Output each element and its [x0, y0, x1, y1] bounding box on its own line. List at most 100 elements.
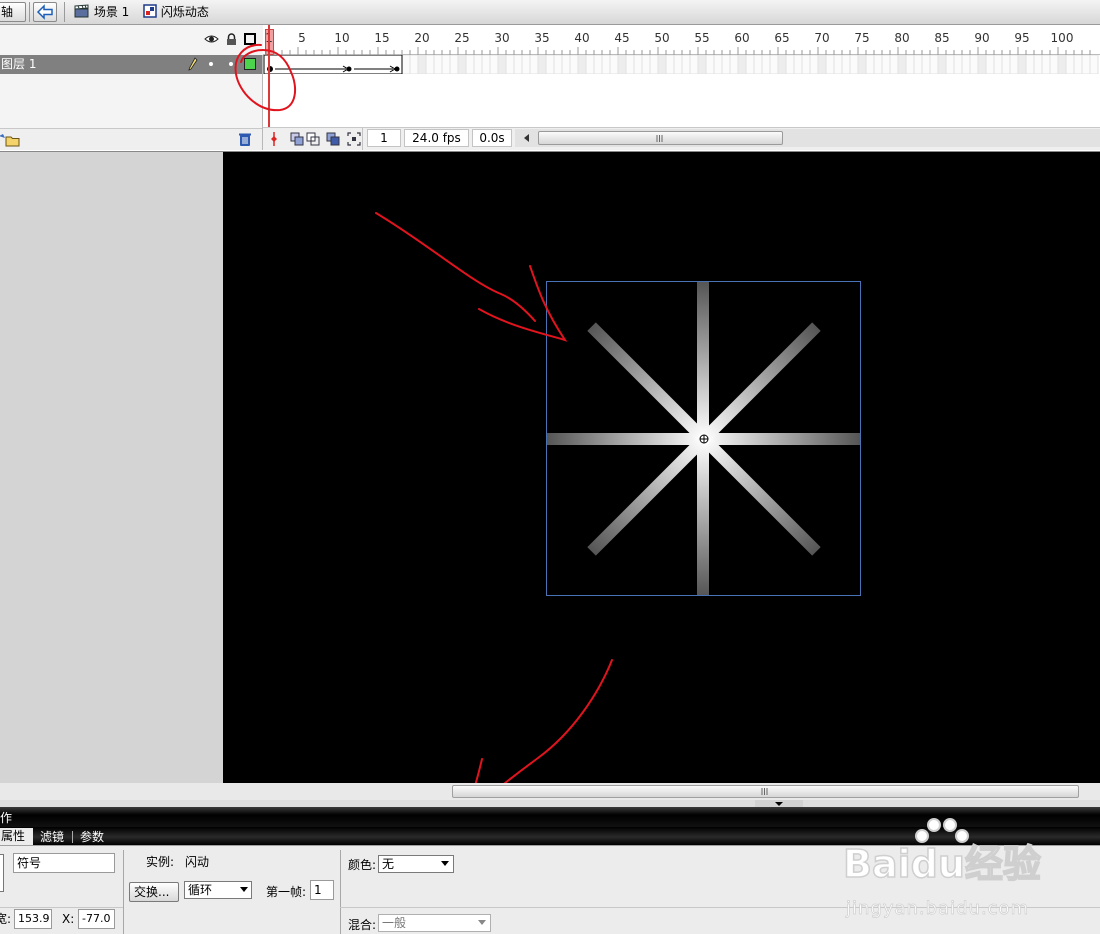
loop-dropdown[interactable]: 循环: [184, 881, 252, 899]
first-frame-field[interactable]: 1: [310, 880, 334, 900]
frame-cell[interactable]: [753, 55, 763, 74]
frame-cell[interactable]: [465, 55, 475, 74]
frame-cell[interactable]: [545, 55, 555, 74]
frame-cell[interactable]: [457, 55, 467, 74]
frame-cell[interactable]: [801, 55, 811, 74]
frame-cell[interactable]: [865, 55, 875, 74]
frame-cell[interactable]: [553, 55, 563, 74]
frame-cell[interactable]: [609, 55, 619, 74]
timeline-toggle-button[interactable]: 轴: [0, 2, 26, 22]
frame-cell[interactable]: [441, 55, 451, 74]
frame-cell[interactable]: [617, 55, 627, 74]
frame-cell[interactable]: [985, 55, 995, 74]
color-dropdown[interactable]: 无: [378, 855, 454, 873]
scroll-thumb[interactable]: [538, 131, 783, 145]
frame-cell[interactable]: [1001, 55, 1011, 74]
breadcrumb-symbol[interactable]: 闪烁动态: [143, 0, 209, 24]
frame-grid[interactable]: [263, 25, 1100, 149]
frame-cell[interactable]: [1025, 55, 1035, 74]
edit-multiple-frames-icon[interactable]: [326, 132, 340, 146]
keyframe-end[interactable]: [394, 66, 400, 72]
frame-cell[interactable]: [929, 55, 939, 74]
frame-cell[interactable]: [625, 55, 635, 74]
frame-cell[interactable]: [809, 55, 819, 74]
frame-cell[interactable]: [489, 55, 499, 74]
frame-cell[interactable]: [881, 55, 891, 74]
frame-cell[interactable]: [729, 55, 739, 74]
breadcrumb-scene[interactable]: 场景 1: [74, 0, 129, 24]
stage[interactable]: [223, 151, 1100, 783]
frame-cell[interactable]: [649, 55, 659, 74]
blend-dropdown[interactable]: 一般: [378, 914, 491, 932]
frame-cell[interactable]: [913, 55, 923, 74]
current-frame-field[interactable]: 1: [367, 129, 401, 147]
frame-cell[interactable]: [665, 55, 675, 74]
frame-cell[interactable]: [425, 55, 435, 74]
frame-cell[interactable]: [1073, 55, 1083, 74]
frame-cell[interactable]: [1081, 55, 1091, 74]
add-folder-icon[interactable]: [0, 133, 23, 147]
frame-cell[interactable]: [769, 55, 779, 74]
frame-cell[interactable]: [953, 55, 963, 74]
timeline-hscroll[interactable]: [515, 129, 1100, 147]
frame-cell[interactable]: [825, 55, 835, 74]
frame-cell[interactable]: [505, 55, 515, 74]
frame-cell[interactable]: [721, 55, 731, 74]
frame-cell[interactable]: [1089, 55, 1099, 74]
frame-cell[interactable]: [705, 55, 715, 74]
frame-cell[interactable]: [433, 55, 443, 74]
frame-cell[interactable]: [993, 55, 1003, 74]
center-frame-icon[interactable]: [268, 132, 280, 146]
symbol-type-field[interactable]: 符号: [13, 853, 115, 873]
frame-cell[interactable]: [577, 55, 587, 74]
frame-cell[interactable]: [841, 55, 851, 74]
layer-row[interactable]: 图层 1: [0, 55, 262, 74]
frame-cell[interactable]: [937, 55, 947, 74]
frame-cell[interactable]: [961, 55, 971, 74]
stage-scroll-thumb[interactable]: [452, 785, 1079, 798]
frame-cell[interactable]: [561, 55, 571, 74]
frame-cell[interactable]: [601, 55, 611, 74]
layer-name[interactable]: 图层 1: [1, 56, 36, 73]
frame-cell[interactable]: [1033, 55, 1043, 74]
frame-cell[interactable]: [633, 55, 643, 74]
frame-cell[interactable]: [449, 55, 459, 74]
scroll-left-icon[interactable]: [524, 134, 529, 142]
frame-cell[interactable]: [857, 55, 867, 74]
frame-cell[interactable]: [777, 55, 787, 74]
frame-cell[interactable]: [481, 55, 491, 74]
frame-cell[interactable]: [1041, 55, 1051, 74]
frame-cell[interactable]: [905, 55, 915, 74]
frame-cell[interactable]: [681, 55, 691, 74]
frame-cell[interactable]: [833, 55, 843, 74]
frame-cell[interactable]: [713, 55, 723, 74]
onion-skin-outline-icon[interactable]: [306, 132, 320, 146]
frame-cell[interactable]: [529, 55, 539, 74]
frame-cell[interactable]: [513, 55, 523, 74]
frame-cell[interactable]: [945, 55, 955, 74]
frame-cell[interactable]: [657, 55, 667, 74]
frame-cell[interactable]: [585, 55, 595, 74]
frame-cell[interactable]: [697, 55, 707, 74]
stage-hscroll[interactable]: [0, 783, 1100, 800]
frame-cell[interactable]: [1065, 55, 1075, 74]
frame-cell[interactable]: [593, 55, 603, 74]
frame-ruler[interactable]: 1510152025303540455055606570758085909510…: [263, 25, 1100, 55]
frame-cell[interactable]: [977, 55, 987, 74]
frame-cell[interactable]: [897, 55, 907, 74]
frame-cell[interactable]: [873, 55, 883, 74]
frame-cell[interactable]: [1017, 55, 1027, 74]
visibility-dot[interactable]: [209, 62, 213, 66]
tab-parameters[interactable]: 参数: [80, 829, 104, 845]
frame-rate-field[interactable]: 24.0 fps: [404, 129, 469, 147]
swap-button[interactable]: 交换...: [129, 882, 179, 902]
frame-cell[interactable]: [521, 55, 531, 74]
frame-cell[interactable]: [497, 55, 507, 74]
trash-icon[interactable]: [238, 132, 252, 147]
frame-cell[interactable]: [817, 55, 827, 74]
collapse-arrow-icon[interactable]: [755, 800, 803, 807]
keyframe-middle[interactable]: [346, 66, 352, 72]
frame-cell[interactable]: [1009, 55, 1019, 74]
modify-onion-markers-icon[interactable]: [347, 132, 361, 146]
frame-cell[interactable]: [537, 55, 547, 74]
